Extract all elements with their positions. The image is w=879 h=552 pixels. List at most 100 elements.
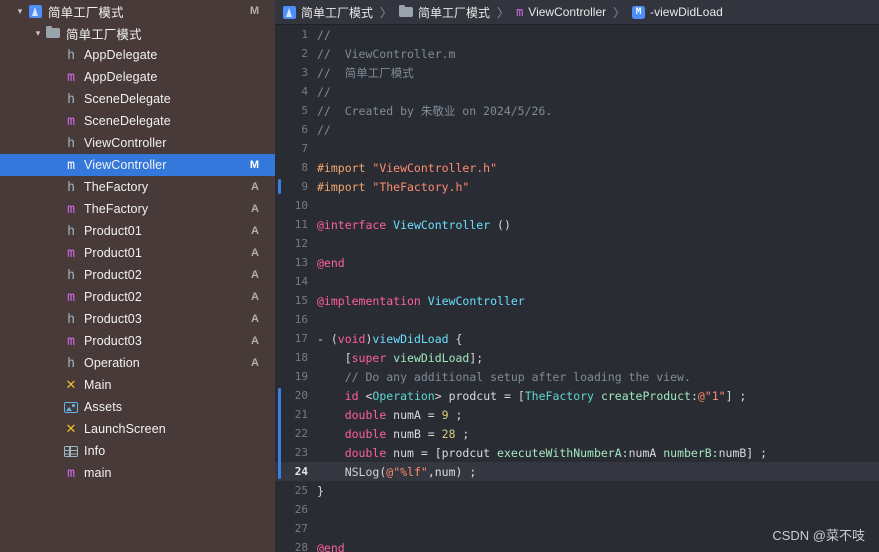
code-line-text: }	[317, 484, 324, 498]
navigator-item[interactable]: h AppDelegate	[0, 44, 275, 66]
code-line[interactable]: 21 double numA = 9 ;	[275, 405, 879, 424]
code-line[interactable]: 10	[275, 196, 879, 215]
code-line[interactable]: 23 double num = [prodcut executeWithNumb…	[275, 443, 879, 462]
navigator-item[interactable]: Assets	[0, 396, 275, 418]
objc-source-file-icon: m	[67, 69, 75, 85]
code-token: ] ;	[725, 388, 747, 403]
line-number: 23	[294, 446, 308, 459]
navigator-item[interactable]: ▾ 简单工厂模式 M	[0, 0, 275, 22]
code-line[interactable]: 8 #import "ViewController.h"	[275, 158, 879, 177]
navigator-item[interactable]: m SceneDelegate	[0, 110, 275, 132]
navigator-item-label: AppDelegate	[84, 48, 158, 62]
status-badge: A	[251, 269, 259, 281]
code-line[interactable]: 12	[275, 234, 879, 253]
code-token: #import	[317, 179, 373, 194]
file-icon-wrap: m	[62, 158, 80, 173]
header-file-icon: h	[67, 223, 75, 239]
breadcrumb[interactable]: 简单工厂模式 〉 简单工厂模式 〉 m ViewController 〉 M -…	[275, 0, 879, 25]
navigator-item[interactable]: h ViewController	[0, 132, 275, 154]
objc-source-file-icon: m	[67, 333, 75, 349]
watermark: CSDN @菜不吱	[772, 528, 865, 543]
code-line[interactable]: 4 //	[275, 82, 879, 101]
code-line[interactable]: 18 [super viewDidLoad];	[275, 348, 879, 367]
code-line[interactable]: 6 //	[275, 120, 879, 139]
code-line[interactable]: 5 // Created by 朱敬业 on 2024/5/26.	[275, 101, 879, 120]
source-code-area[interactable]: 1 // 2 // ViewController.m 3 // 简单工厂模式 4 // 5 // …	[275, 25, 879, 552]
disclosure-triangle-icon[interactable]: ▾	[14, 6, 26, 16]
header-file-icon: h	[67, 47, 75, 63]
disclosure-triangle-icon[interactable]: ▾	[32, 28, 44, 38]
line-number: 22	[294, 427, 308, 440]
code-line[interactable]: 24 NSLog(@"%lf",num) ;	[275, 462, 879, 481]
objc-source-file-icon: m	[67, 201, 75, 217]
navigator-item[interactable]: m ViewController M	[0, 154, 275, 176]
objc-source-file-icon: m	[67, 245, 75, 261]
change-gutter-bar[interactable]	[278, 388, 281, 479]
code-line[interactable]: 26	[275, 500, 879, 519]
code-line[interactable]: 19 // Do any additional setup after load…	[275, 367, 879, 386]
code-line[interactable]: 15 @implementation ViewController	[275, 291, 879, 310]
file-icon-wrap: ✕	[62, 378, 80, 393]
code-line-text: //	[317, 85, 331, 99]
navigator-item[interactable]: m Product01 A	[0, 242, 275, 264]
breadcrumb-project[interactable]: 简单工厂模式	[283, 4, 373, 21]
navigator-item-label: 简单工厂模式	[48, 5, 124, 20]
line-number: 10	[294, 199, 308, 212]
breadcrumb-folder-label: 简单工厂模式	[418, 5, 491, 20]
line-number: 2	[301, 47, 308, 60]
navigator-item[interactable]: h TheFactory A	[0, 176, 275, 198]
navigator-item[interactable]: h Operation A	[0, 352, 275, 374]
navigator-item[interactable]: ✕ LaunchScreen	[0, 418, 275, 440]
navigator-item[interactable]: h Product03 A	[0, 308, 275, 330]
navigator-item[interactable]: m Product02 A	[0, 286, 275, 308]
status-badge: M	[249, 5, 259, 17]
status-badge: M	[249, 159, 259, 171]
navigator-item[interactable]: ✕ Main	[0, 374, 275, 396]
header-file-icon: h	[67, 91, 75, 107]
method-badge-icon: M	[632, 5, 646, 19]
navigator-item[interactable]: m AppDelegate	[0, 66, 275, 88]
breadcrumb-folder[interactable]: 简单工厂模式	[399, 4, 490, 21]
code-token: //	[317, 27, 331, 42]
navigator-item[interactable]: ▾ 简单工厂模式	[0, 22, 275, 44]
code-token: numB] ;	[718, 445, 768, 460]
code-line[interactable]: 22 double numB = 28 ;	[275, 424, 879, 443]
code-token: double	[344, 445, 387, 460]
code-line[interactable]: 2 // ViewController.m	[275, 44, 879, 63]
line-number: 13	[294, 256, 308, 269]
navigator-item[interactable]: Info	[0, 440, 275, 462]
code-line-text: //	[317, 123, 331, 137]
line-number: 1	[301, 28, 308, 41]
navigator-item[interactable]: h Product02 A	[0, 264, 275, 286]
navigator-item[interactable]: m TheFactory A	[0, 198, 275, 220]
editor-pane: 简单工厂模式 〉 简单工厂模式 〉 m ViewController 〉 M -…	[275, 0, 879, 552]
project-icon	[28, 4, 42, 18]
breadcrumb-file[interactable]: m ViewController	[516, 5, 606, 19]
code-line-text: double numB = 28 ;	[317, 427, 470, 441]
project-navigator[interactable]: ▾ 简单工厂模式 M ▾ 简单工厂模式 h AppDelegate m AppDelegate h…	[0, 0, 275, 552]
code-line[interactable]: 16	[275, 310, 879, 329]
navigator-item[interactable]: h SceneDelegate	[0, 88, 275, 110]
navigator-item[interactable]: h Product01 A	[0, 220, 275, 242]
navigator-item[interactable]: m main	[0, 462, 275, 484]
file-icon-wrap: m	[62, 246, 80, 261]
code-line[interactable]: 13 @end	[275, 253, 879, 272]
header-file-icon: h	[67, 135, 75, 151]
code-token: num = [prodcut	[386, 445, 498, 460]
code-line[interactable]: 7	[275, 139, 879, 158]
code-line[interactable]: 9 #import "TheFactory.h"	[275, 177, 879, 196]
code-line-text: // ViewController.m	[317, 47, 455, 61]
code-line[interactable]: 1 //	[275, 25, 879, 44]
breadcrumb-symbol[interactable]: M -viewDidLoad	[632, 5, 723, 19]
code-line[interactable]: 20 id <Operation> prodcut = [TheFactory …	[275, 386, 879, 405]
file-icon-wrap: h	[62, 268, 80, 283]
navigator-item[interactable]: m Product03 A	[0, 330, 275, 352]
code-line[interactable]: 25}	[275, 481, 879, 500]
code-line[interactable]: 17 - (void)viewDidLoad {	[275, 329, 879, 348]
code-line[interactable]: 3 // 简单工厂模式	[275, 63, 879, 82]
file-icon-wrap: m	[62, 114, 80, 129]
file-icon-wrap: ✕	[62, 422, 80, 437]
code-line[interactable]: 11 @interface ViewController ()	[275, 215, 879, 234]
code-line[interactable]: 14	[275, 272, 879, 291]
code-token: viewDidLoad	[372, 331, 449, 346]
